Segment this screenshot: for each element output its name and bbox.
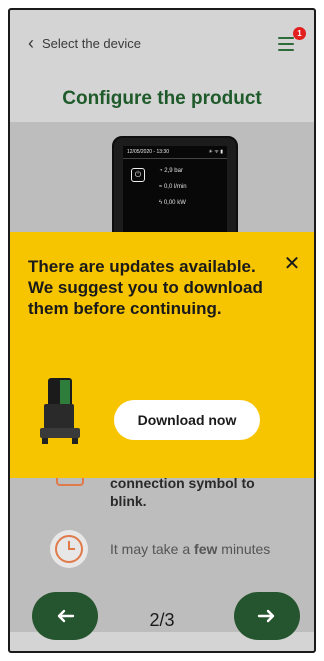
update-message: There are updates available. We suggest … [28,257,263,318]
device-power: ϟ 0,00 kW [159,200,186,206]
back-link[interactable]: ‹ Select the device [28,34,141,52]
page-title: Configure the product [62,88,262,109]
device-datetime: 12/05/2020 - 13:30 [127,149,169,155]
power-icon: ⏻ [131,168,145,182]
step-text-connection: connection symbol to blink. [110,475,255,509]
pump-image [38,374,82,446]
menu-icon [278,37,294,39]
top-bar: ‹ Select the device 1 [10,10,314,76]
clock-icon [50,530,88,568]
back-label: Select the device [42,35,142,51]
close-icon[interactable]: ✕ [282,254,302,274]
arrow-right-icon [257,609,275,623]
app-frame: ‹ Select the device 1 Configure the prod… [8,8,316,653]
menu-button[interactable]: 1 [278,27,306,53]
step-text-duration: It may take a few minutes [110,541,271,557]
device-flow: ≈ 0,0 l/min [159,184,187,190]
update-modal: There are updates available. We suggest … [10,232,314,478]
notification-badge: 1 [293,27,306,40]
download-now-button[interactable]: Download now [114,400,260,440]
next-button[interactable] [234,592,300,640]
device-pressure: ◔ 2,9 bar [159,168,183,174]
device-status-icons: ☀ ᯤ ▮ [208,149,223,155]
device-display-image: 12/05/2020 - 13:30 ☀ ᯤ ▮ ⏻ ◔ 2,9 bar ≈ 0… [112,136,238,246]
chevron-left-icon: ‹ [28,33,34,53]
